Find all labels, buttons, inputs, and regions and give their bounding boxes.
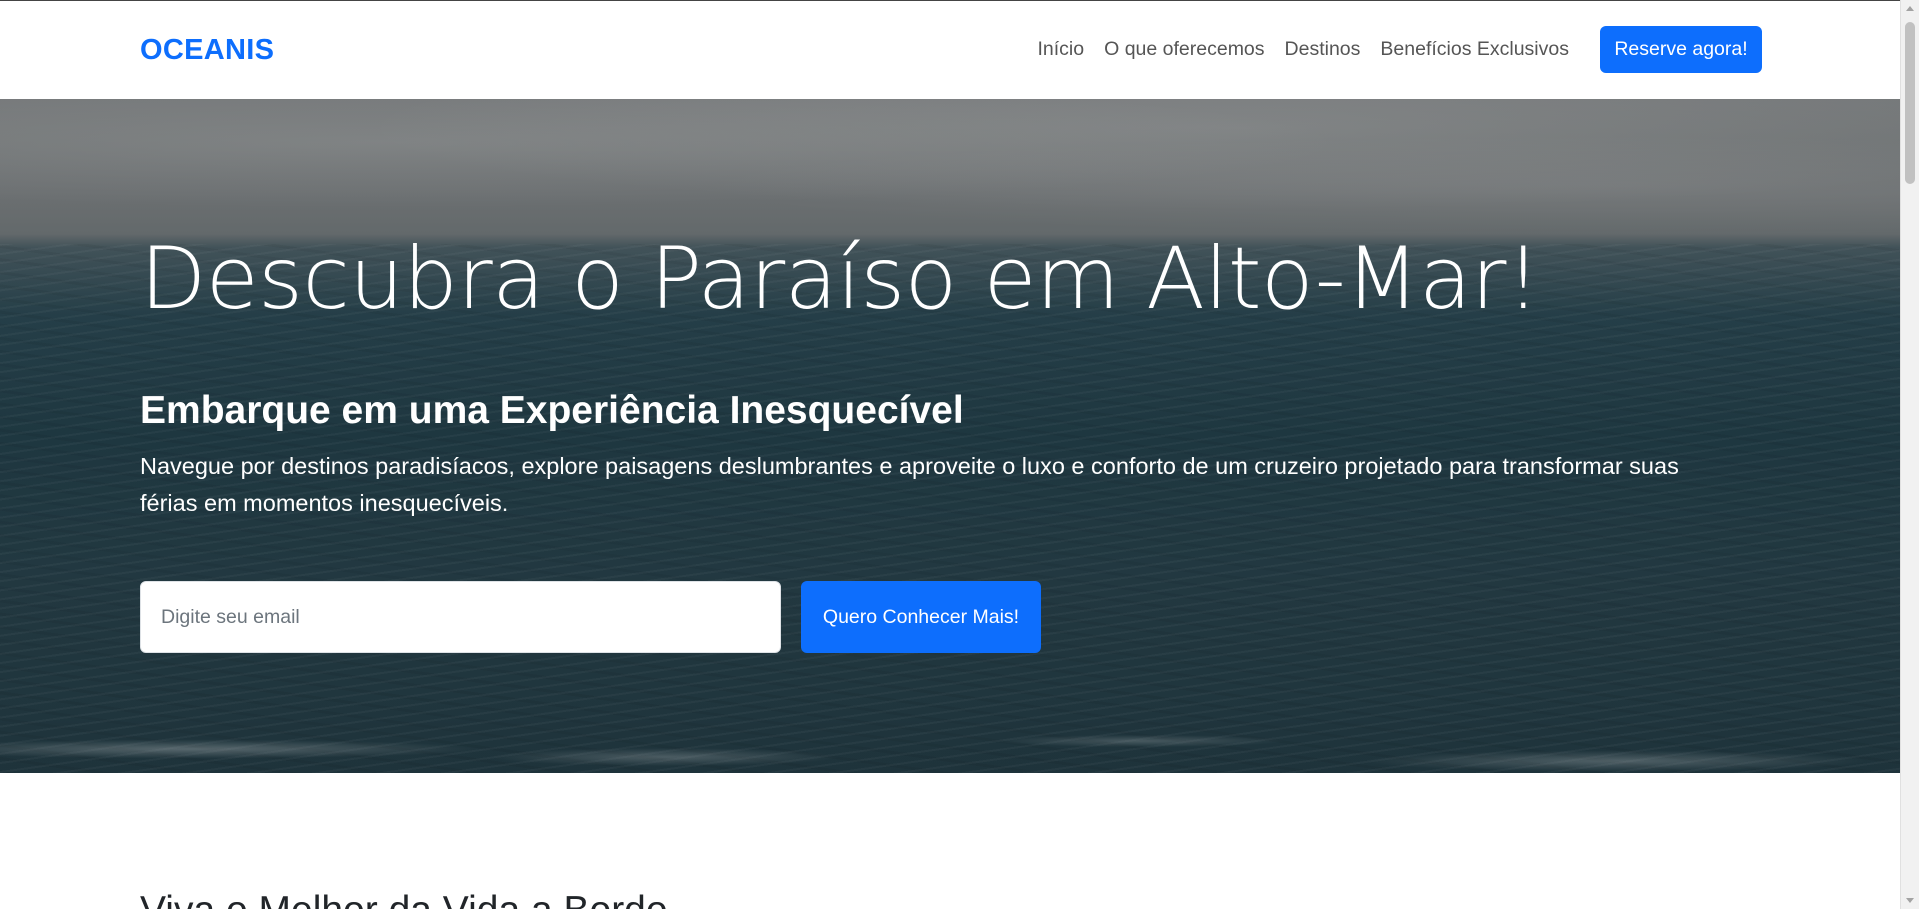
section-title: Viva o Melhor da Vida a Bordo: [140, 889, 668, 909]
nav-link-o-que-oferecemos[interactable]: O que oferecemos: [1104, 38, 1264, 61]
nav-link-beneficios[interactable]: Benefícios Exclusivos: [1380, 38, 1569, 61]
hero-title: Descubra o Paraíso em Alto-Mar!: [140, 229, 1541, 329]
email-input[interactable]: [140, 581, 781, 653]
hero-foam-background: [0, 693, 1900, 773]
submit-email-button[interactable]: Quero Conhecer Mais!: [801, 581, 1041, 653]
scrollbar[interactable]: [1900, 0, 1919, 909]
nav-link-destinos[interactable]: Destinos: [1285, 38, 1361, 61]
scroll-down-arrow-icon[interactable]: [1906, 898, 1914, 903]
scroll-up-arrow-icon[interactable]: [1906, 6, 1914, 11]
reserve-button[interactable]: Reserve agora!: [1600, 26, 1762, 73]
nav-link-inicio[interactable]: Início: [1038, 38, 1085, 61]
brand-logo[interactable]: OCEANIS: [140, 34, 274, 67]
hero-subtitle: Embarque em uma Experiência Inesquecível: [140, 389, 964, 432]
nav-links: Início O que oferecemos Destinos Benefíc…: [1038, 38, 1570, 61]
page: OCEANIS Início O que oferecemos Destinos…: [0, 0, 1900, 909]
hero-sky-background: [0, 99, 1900, 244]
hero-description: Navegue por destinos paradisíacos, explo…: [140, 453, 1679, 516]
scrollbar-thumb[interactable]: [1905, 22, 1915, 184]
navbar: OCEANIS Início O que oferecemos Destinos…: [0, 1, 1900, 99]
hero-section: Descubra o Paraíso em Alto-Mar! Embarque…: [0, 99, 1900, 773]
